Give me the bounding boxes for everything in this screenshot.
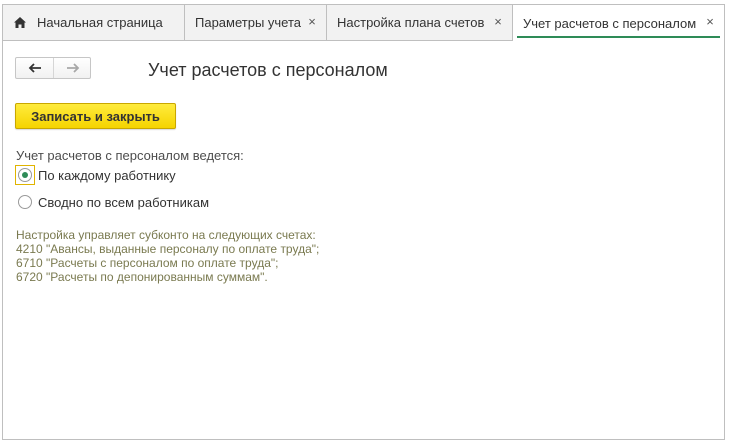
note-line: 6710 "Расчеты с персоналом по оплате тру… bbox=[16, 256, 279, 270]
arrow-right-icon bbox=[66, 63, 79, 73]
tab-label: Параметры учета bbox=[195, 15, 302, 30]
forward-button[interactable] bbox=[54, 58, 91, 78]
tab-label: Настройка плана счетов bbox=[337, 15, 485, 30]
page-title: Учет расчетов с персоналом bbox=[148, 60, 388, 80]
radio-button[interactable] bbox=[18, 195, 32, 209]
tab-label: Начальная страница bbox=[37, 15, 163, 30]
arrow-left-icon bbox=[28, 63, 41, 73]
tab-label: Учет расчетов с персоналом bbox=[523, 15, 697, 31]
tab-chart-of-accounts-settings[interactable]: Настройка плана счетов × bbox=[327, 5, 513, 40]
radio-option-all-employees-summary[interactable]: Сводно по всем работникам bbox=[15, 192, 209, 212]
radio-button[interactable] bbox=[18, 168, 32, 182]
radio-group-label: Учет расчетов с персоналом ведется: bbox=[16, 148, 244, 163]
tab-bar: Начальная страница Параметры учета × Нас… bbox=[3, 5, 724, 41]
back-button[interactable] bbox=[16, 58, 54, 78]
radio-selected-dot bbox=[22, 172, 28, 178]
note-line: Настройка управляет субконто на следующи… bbox=[16, 228, 316, 242]
close-icon[interactable]: × bbox=[703, 15, 717, 29]
radio-label: По каждому работнику bbox=[38, 167, 176, 183]
save-and-close-button[interactable]: Записать и закрыть bbox=[15, 103, 176, 129]
tab-personnel-settlements[interactable]: Учет расчетов с персоналом × bbox=[513, 5, 724, 41]
radio-label: Сводно по всем работникам bbox=[38, 194, 210, 210]
info-note: Настройка управляет субконто на следующи… bbox=[16, 228, 319, 284]
navigation-buttons bbox=[15, 57, 91, 79]
radio-option-each-employee[interactable]: По каждому работнику bbox=[15, 165, 176, 185]
app-window: Начальная страница Параметры учета × Нас… bbox=[2, 4, 725, 440]
tab-accounting-parameters[interactable]: Параметры учета × bbox=[185, 5, 327, 40]
home-icon bbox=[13, 16, 27, 29]
note-line: 4210 "Авансы, выданные персоналу по опла… bbox=[16, 242, 320, 256]
close-icon[interactable]: × bbox=[491, 15, 505, 29]
tab-home[interactable]: Начальная страница bbox=[3, 5, 185, 40]
note-line: 6720 "Расчеты по депонированным суммам". bbox=[16, 270, 268, 284]
close-icon[interactable]: × bbox=[305, 15, 319, 29]
